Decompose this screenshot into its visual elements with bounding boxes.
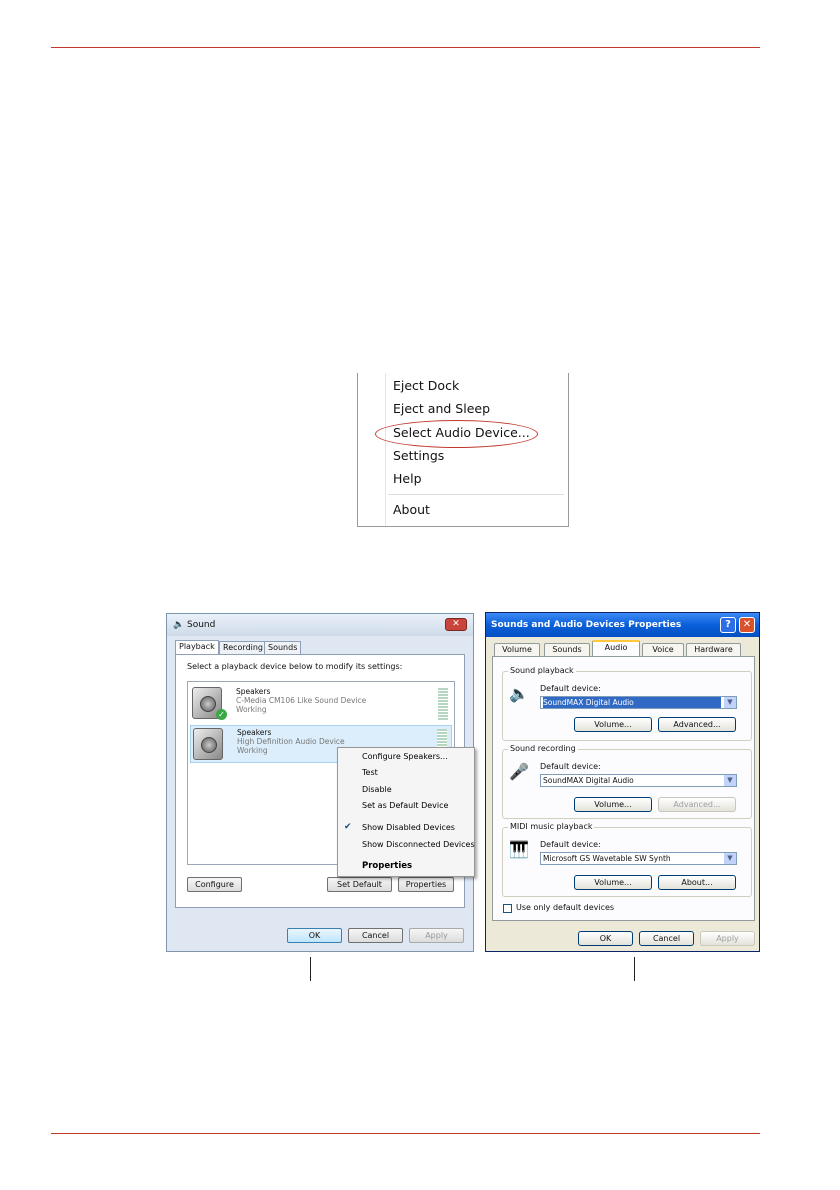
cancel-button[interactable]: Cancel: [639, 931, 694, 946]
default-check-icon: ✓: [216, 709, 227, 720]
checkmark-icon: ✔: [344, 822, 352, 832]
popup-item-properties[interactable]: Properties: [362, 861, 412, 873]
callout-line-right: [634, 957, 635, 981]
help-button[interactable]: ?: [720, 617, 736, 633]
menu-item-help[interactable]: Help: [393, 469, 422, 489]
midi-device-select[interactable]: Microsoft GS Wavetable SW Synth ▼: [540, 852, 737, 865]
tab-volume[interactable]: Volume: [494, 643, 540, 656]
close-button[interactable]: ✕: [739, 617, 755, 633]
group-label: Sound recording: [508, 744, 578, 753]
close-icon: ✕: [452, 619, 460, 629]
tab-recording[interactable]: Recording: [219, 641, 268, 655]
default-device-label: Default device:: [540, 840, 601, 849]
apply-button[interactable]: Apply: [700, 931, 755, 946]
playback-device-select[interactable]: SoundMAX Digital Audio ▼: [540, 696, 737, 709]
menu-gutter: [385, 373, 386, 526]
menu-item-eject-dock[interactable]: Eject Dock: [393, 376, 459, 396]
tab-sounds[interactable]: Sounds: [264, 641, 302, 655]
midi-about-button[interactable]: About...: [658, 875, 736, 890]
highlight-oval: [375, 420, 538, 448]
use-default-devices-checkbox[interactable]: [503, 904, 512, 913]
playback-prompt: Select a playback device below to modify…: [187, 662, 403, 671]
popup-item-show-disconnected[interactable]: Show Disconnected Devices: [362, 840, 475, 852]
playback-volume-button[interactable]: Volume...: [574, 717, 652, 732]
chevron-down-icon: ▼: [724, 697, 736, 708]
close-icon: ✕: [742, 619, 752, 630]
group-label: MIDI music playback: [508, 822, 595, 831]
default-device-label: Default device:: [540, 684, 601, 693]
title-bar: 🔈 Sound ✕: [167, 614, 473, 636]
help-icon: ?: [725, 619, 731, 630]
level-meter: [438, 688, 448, 720]
footer-rule: [51, 1133, 760, 1134]
callout-line-left: [310, 957, 311, 981]
selected-device: Microsoft GS Wavetable SW Synth: [543, 854, 671, 863]
default-device-label: Default device:: [540, 762, 601, 771]
title-bar: Sounds and Audio Devices Properties ? ✕: [486, 613, 759, 637]
device-description: C-Media CM106 Like Sound Device: [236, 696, 367, 705]
ok-button[interactable]: OK: [287, 928, 342, 943]
set-default-button[interactable]: Set Default: [327, 877, 392, 892]
configure-button[interactable]: Configure: [187, 877, 242, 892]
popup-item-show-disabled[interactable]: Show Disabled Devices: [362, 823, 455, 835]
device-popup-menu: Configure Speakers... Test Disable Set a…: [337, 747, 475, 877]
properties-button[interactable]: Properties: [398, 877, 454, 892]
tab-sounds[interactable]: Sounds: [544, 643, 590, 656]
microphone-icon: 🎤: [509, 762, 529, 781]
dock-context-menu: Eject Dock Eject and Sleep Select Audio …: [357, 373, 569, 527]
menu-item-about[interactable]: About: [393, 500, 430, 520]
popup-item-configure-speakers[interactable]: Configure Speakers...: [362, 752, 448, 764]
midi-volume-button[interactable]: Volume...: [574, 875, 652, 890]
menu-item-settings[interactable]: Settings: [393, 446, 444, 466]
dialog-title: Sounds and Audio Devices Properties: [491, 620, 682, 630]
speaker-icon: 🔈: [509, 684, 529, 703]
selected-device: SoundMAX Digital Audio: [543, 776, 634, 785]
chevron-down-icon: ▼: [724, 853, 736, 864]
ok-button[interactable]: OK: [578, 931, 633, 946]
xp-sound-properties-dialog: Sounds and Audio Devices Properties ? ✕ …: [485, 612, 760, 952]
recording-volume-button[interactable]: Volume...: [574, 797, 652, 812]
sound-playback-group: Sound playback 🔈 Default device: SoundMA…: [502, 666, 752, 741]
group-label: Sound playback: [508, 666, 576, 675]
sound-recording-group: Sound recording 🎤 Default device: SoundM…: [502, 744, 752, 819]
popup-item-set-default[interactable]: Set as Default Device: [362, 801, 448, 813]
speaker-device-icon: [193, 728, 223, 760]
checkbox-label: Use only default devices: [516, 903, 615, 912]
recording-device-select[interactable]: SoundMAX Digital Audio ▼: [540, 774, 737, 787]
menu-item-eject-and-sleep[interactable]: Eject and Sleep: [393, 399, 490, 419]
apply-button[interactable]: Apply: [409, 928, 464, 943]
midi-keyboard-icon: 🎹: [509, 840, 529, 859]
recording-advanced-button[interactable]: Advanced...: [658, 797, 736, 812]
device-status: Working: [236, 705, 267, 714]
menu-separator: [388, 494, 564, 495]
tab-hardware[interactable]: Hardware: [686, 643, 741, 656]
dialog-title: Sound: [187, 620, 216, 630]
popup-item-test[interactable]: Test: [362, 768, 378, 780]
midi-playback-group: MIDI music playback 🎹 Default device: Mi…: [502, 822, 752, 897]
cancel-button[interactable]: Cancel: [348, 928, 403, 943]
speaker-icon: 🔈: [173, 620, 185, 630]
device-name: Speakers: [236, 687, 271, 696]
header-rule: [51, 47, 760, 48]
tab-audio[interactable]: Audio: [592, 640, 640, 657]
device-row[interactable]: ✓ Speakers C-Media CM106 Like Sound Devi…: [190, 685, 452, 723]
playback-advanced-button[interactable]: Advanced...: [658, 717, 736, 732]
selected-device: SoundMAX Digital Audio: [543, 697, 721, 708]
device-status: Working: [237, 746, 268, 755]
tab-voice[interactable]: Voice: [642, 643, 684, 656]
chevron-down-icon: ▼: [724, 775, 736, 786]
popup-item-disable[interactable]: Disable: [362, 785, 392, 797]
device-description: High Definition Audio Device: [237, 737, 345, 746]
audio-tab-sheet: Sound playback 🔈 Default device: SoundMA…: [492, 656, 755, 921]
device-name: Speakers: [237, 728, 272, 737]
close-button[interactable]: ✕: [445, 618, 467, 631]
